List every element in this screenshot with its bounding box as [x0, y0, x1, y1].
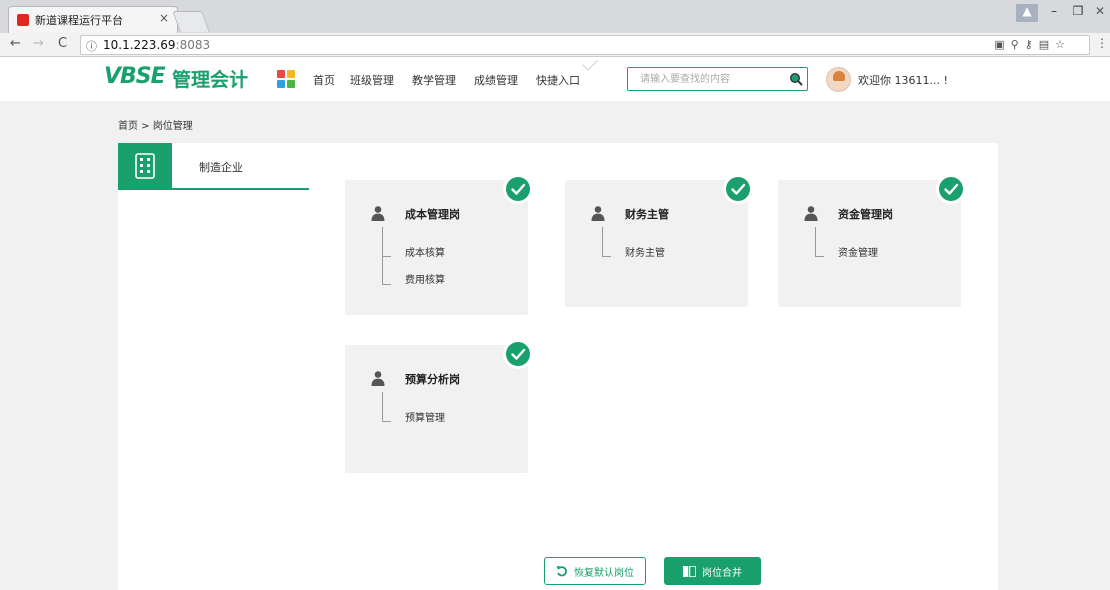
logo[interactable]: VBSE: [104, 64, 166, 89]
duty-item: 费用核算: [405, 275, 445, 286]
tree-line: [815, 227, 816, 256]
post-card-finance-supervisor[interactable]: 财务主管 财务主管: [565, 174, 753, 307]
tree-tick: [382, 284, 391, 285]
post-title: 财务主管: [625, 208, 669, 221]
tab-close-button[interactable]: ×: [159, 11, 169, 25]
duty-item: 资金管理: [838, 248, 878, 259]
duty-item: 财务主管: [625, 248, 665, 259]
nav-home[interactable]: 首页: [313, 72, 335, 88]
post-title: 预算分析岗: [405, 373, 460, 386]
breadcrumb: 首页 > 岗位管理: [118, 121, 193, 132]
post-card-budget-analysis[interactable]: 预算分析岗 预算管理: [345, 339, 533, 473]
nav-class-management[interactable]: 班级管理: [350, 72, 394, 88]
profile-icon[interactable]: ▲: [1016, 4, 1038, 22]
sidebar-item-label: 制造企业: [199, 161, 243, 174]
tab-title: 新道课程运行平台: [35, 14, 123, 27]
url-input[interactable]: ⓘ 10.1.223.69:8083 ▣⚲⚷▤☆: [80, 35, 1090, 55]
person-icon: [371, 206, 385, 221]
back-icon[interactable]: ←: [10, 36, 21, 51]
nav-grade-management[interactable]: 成绩管理: [474, 72, 518, 88]
reload-icon[interactable]: C: [58, 36, 67, 51]
app-header: VBSE 管理会计 首页 班级管理 教学管理 成绩管理 快捷入口 欢迎你 136…: [0, 55, 1110, 101]
info-icon[interactable]: ⓘ: [86, 38, 97, 54]
check-circle-icon[interactable]: [723, 174, 753, 204]
favicon-icon: [17, 14, 29, 26]
menu-icon[interactable]: ⋮: [1096, 36, 1108, 50]
nav-quick-entry[interactable]: 快捷入口: [536, 72, 580, 88]
tree-tick: [382, 421, 391, 422]
toolbar-icons[interactable]: ▣⚲⚷▤☆: [994, 38, 1071, 51]
url-host: 10.1.223.69: [103, 38, 176, 52]
merge-posts-button[interactable]: 岗位合并: [664, 557, 761, 585]
welcome-text[interactable]: 欢迎你 13611... !: [858, 72, 948, 88]
search-icon[interactable]: [789, 72, 803, 86]
post-title: 资金管理岗: [838, 208, 893, 221]
logo-subtitle: 管理会计: [172, 69, 249, 91]
merge-icon: [683, 565, 696, 577]
post-card-cost[interactable]: 成本管理岗 成本核算 费用核算: [345, 174, 533, 315]
tree-tick: [815, 256, 824, 257]
chevron-down-icon: [582, 55, 598, 71]
sidebar-item-company[interactable]: 制造企业: [118, 143, 309, 190]
search-box: [627, 67, 808, 91]
close-window-button[interactable]: ✕: [1088, 4, 1110, 22]
browser-tab[interactable]: 新道课程运行平台 ×: [8, 6, 178, 33]
avatar[interactable]: [826, 67, 851, 92]
tree-line: [602, 227, 603, 256]
check-circle-icon[interactable]: [936, 174, 966, 204]
building-icon: [135, 153, 155, 179]
restore-default-button[interactable]: 恢复默认岗位: [544, 557, 646, 585]
browser-tabstrip: 新道课程运行平台 × ▲ – ❐ ✕: [0, 0, 1110, 33]
person-icon: [371, 371, 385, 386]
restore-default-label: 恢复默认岗位: [574, 567, 634, 579]
url-port: :8083: [175, 38, 211, 52]
tree-line: [382, 392, 383, 421]
main-panel: 制造企业 成本管理岗 成本核算 费用核算 财务主管 财务主管 资金管理岗 资金管…: [118, 143, 998, 590]
check-circle-icon[interactable]: [503, 339, 533, 369]
person-icon: [804, 206, 818, 221]
merge-posts-label: 岗位合并: [702, 567, 742, 579]
search-input[interactable]: [628, 68, 778, 90]
address-bar: ← → C ⓘ 10.1.223.69:8083 ▣⚲⚷▤☆ ⋮: [0, 33, 1110, 57]
forward-icon[interactable]: →: [33, 36, 44, 51]
nav-teaching-management[interactable]: 教学管理: [412, 72, 456, 88]
duty-item: 成本核算: [405, 248, 445, 259]
restore-window-button[interactable]: ❐: [1066, 4, 1090, 22]
new-tab-button[interactable]: [172, 11, 210, 32]
url-text: 10.1.223.69:8083: [103, 38, 210, 52]
company-icon-box: [118, 143, 172, 188]
duty-item: 预算管理: [405, 413, 445, 424]
tree-tick: [602, 256, 611, 257]
person-icon: [591, 206, 605, 221]
apps-grid-icon[interactable]: [277, 70, 295, 88]
tree-tick: [382, 256, 391, 257]
minimize-button[interactable]: –: [1042, 4, 1066, 22]
undo-icon: [556, 566, 567, 577]
check-circle-icon[interactable]: [503, 174, 533, 204]
post-title: 成本管理岗: [405, 208, 460, 221]
post-card-fund-management[interactable]: 资金管理岗 资金管理: [778, 174, 966, 307]
